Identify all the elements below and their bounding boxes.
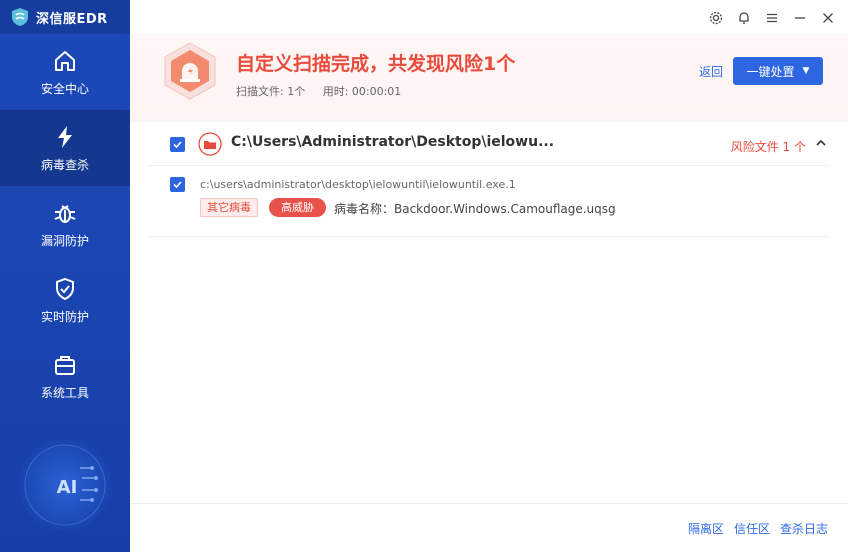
sangfor-logo-icon xyxy=(12,8,28,26)
check-icon xyxy=(173,181,182,189)
close-button[interactable] xyxy=(818,8,838,28)
sidebar-item-label: 病毒查杀 xyxy=(40,157,89,172)
sidebar-item-label: 安全中心 xyxy=(40,81,89,96)
file-checkbox[interactable] xyxy=(170,177,185,192)
home-icon xyxy=(55,50,75,71)
lightning-icon xyxy=(58,125,72,148)
main-panel: 自定义扫描完成，共发现风险1个 扫描文件: 1个 用时: 00:00:01 返回… xyxy=(130,0,848,552)
risk-file-row[interactable]: c:\users\administrator\desktop\ielowunti… xyxy=(148,167,830,237)
ai-badge: AI xyxy=(18,438,112,532)
minimize-button[interactable] xyxy=(790,8,810,28)
app-name: 深信服EDR xyxy=(36,11,108,27)
notification-button[interactable] xyxy=(734,8,754,28)
menu-button[interactable] xyxy=(762,8,782,28)
risk-file-count: 风险文件 1 个 xyxy=(730,140,806,154)
elapsed-time: 用时: 00:00:01 xyxy=(322,85,402,98)
sidebar-item-realtime-protect[interactable]: 实时防护 xyxy=(0,262,130,338)
scan-result-header: 自定义扫描完成，共发现风险1个 扫描文件: 1个 用时: 00:00:01 返回… xyxy=(130,34,848,122)
sidebar-item-label: 系统工具 xyxy=(40,385,89,400)
minimize-icon xyxy=(795,17,805,19)
virus-name: 病毒名称：Backdoor.Windows.Camouflage.uqsg xyxy=(334,202,616,216)
back-link[interactable]: 返回 xyxy=(699,63,723,80)
toolbox-icon xyxy=(55,355,75,375)
footer-links: 隔离区 信任区 查杀日志 xyxy=(688,520,828,537)
check-icon xyxy=(173,141,182,149)
menu-icon xyxy=(767,13,777,23)
sidebar-item-system-tools[interactable]: 系统工具 xyxy=(0,338,130,414)
threat-level-badge: 高威胁 xyxy=(269,198,326,217)
risk-group-row[interactable]: C:\Users\Administrator\Desktop\ielowu...… xyxy=(148,124,830,166)
folder-alert-icon xyxy=(198,132,222,156)
scan-result-title: 自定义扫描完成，共发现风险1个 xyxy=(236,53,516,75)
one-click-handle-button[interactable]: 一键处置 ▼ xyxy=(733,57,823,85)
ai-circuit-icon xyxy=(24,444,106,526)
close-icon xyxy=(823,13,833,23)
chevron-up-icon[interactable] xyxy=(814,136,828,150)
window-controls xyxy=(706,8,838,28)
trust-zone-link[interactable]: 信任区 xyxy=(734,520,770,537)
one-click-handle-label: 一键处置 xyxy=(746,64,795,79)
brand-bar: 深信服EDR xyxy=(0,0,130,34)
bell-icon xyxy=(739,12,749,24)
caret-down-icon: ▼ xyxy=(802,66,810,76)
scan-stats: 扫描文件: 1个 用时: 00:00:01 xyxy=(236,83,415,99)
group-checkbox[interactable] xyxy=(170,137,185,152)
bug-icon xyxy=(54,204,76,223)
file-path: c:\users\administrator\desktop\ielowunti… xyxy=(200,178,516,191)
category-tag: 其它病毒 xyxy=(200,198,258,217)
group-path: C:\Users\Administrator\Desktop\ielowu... xyxy=(231,134,555,150)
scanned-files-count: 扫描文件: 1个 xyxy=(236,85,306,98)
shield-check-icon xyxy=(56,277,74,300)
scan-log-link[interactable]: 查杀日志 xyxy=(780,520,828,537)
alarm-hexagon-icon xyxy=(164,42,216,100)
footer: 隔离区 信任区 查杀日志 xyxy=(130,503,848,552)
sidebar-item-virus-scan[interactable]: 病毒查杀 xyxy=(0,110,130,186)
sidebar: 深信服EDR 安全中心 病毒查杀 漏洞防护 实时防护 系统工具 AI xyxy=(0,0,130,552)
sidebar-item-security-center[interactable]: 安全中心 xyxy=(0,34,130,110)
sidebar-item-vuln-protect[interactable]: 漏洞防护 xyxy=(0,186,130,262)
sidebar-item-label: 实时防护 xyxy=(40,309,89,324)
settings-button[interactable] xyxy=(706,8,726,28)
gear-icon xyxy=(709,11,723,25)
sidebar-item-label: 漏洞防护 xyxy=(40,233,89,248)
quarantine-link[interactable]: 隔离区 xyxy=(688,520,724,537)
